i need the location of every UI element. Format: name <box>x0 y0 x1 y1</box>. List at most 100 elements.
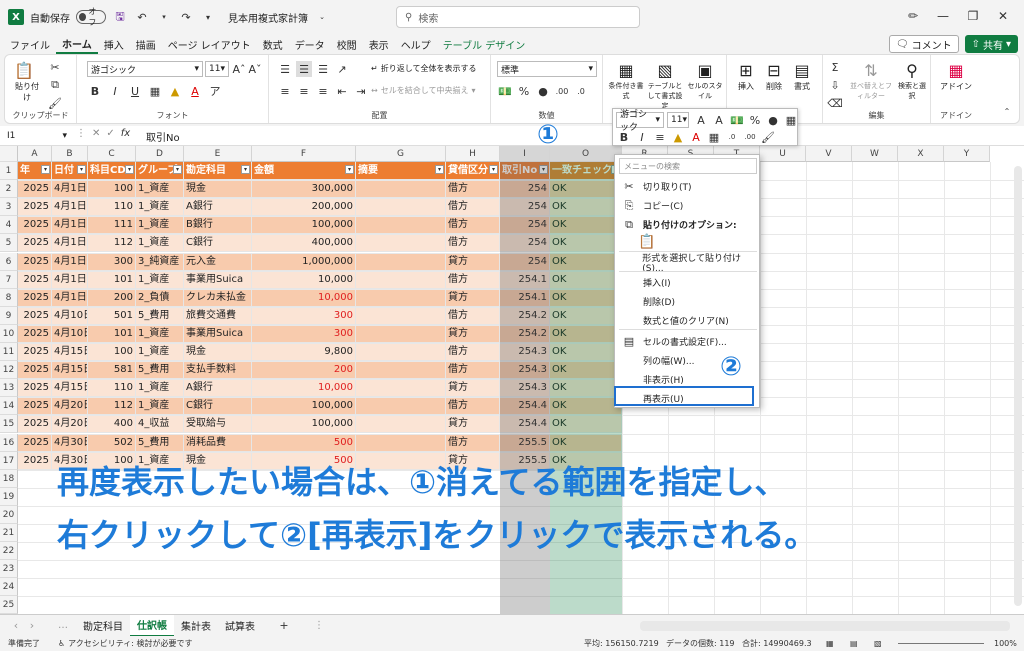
table-cell[interactable]: 1_資産 <box>136 379 184 398</box>
table-cell[interactable]: 502 <box>88 433 136 452</box>
mini-comma-icon[interactable]: ● <box>765 112 781 128</box>
prev-sheet-icon[interactable]: ‹ <box>8 618 24 634</box>
table-cell[interactable]: 300 <box>252 324 356 343</box>
menu-tab-4[interactable]: ページ レイアウト <box>162 34 257 54</box>
number-format-select[interactable]: 標準 ▾ <box>497 61 597 77</box>
table-cell[interactable]: 現金 <box>184 343 252 362</box>
column-header-O[interactable]: O <box>550 146 622 162</box>
table-header-cell[interactable]: 勘定科目 ▾ <box>184 162 252 181</box>
table-cell[interactable]: C銀行 <box>184 397 252 416</box>
menu-tab-0[interactable]: ファイル <box>4 34 56 54</box>
table-cell[interactable]: 貸方 <box>446 379 500 398</box>
page-layout-icon[interactable]: ▤ <box>850 639 858 648</box>
row-header-18[interactable]: 18 <box>0 469 18 488</box>
table-cell[interactable]: 112 <box>88 397 136 416</box>
table-cell[interactable]: 501 <box>88 306 136 325</box>
table-header-cell[interactable]: 年 ▾ <box>18 162 52 181</box>
format-painter-icon[interactable]: 🖌 <box>47 95 63 111</box>
table-cell[interactable]: クレカ未払金 <box>184 288 252 307</box>
row-header-23[interactable]: 23 <box>0 560 18 579</box>
menu-tab-7[interactable]: 校閲 <box>331 34 363 54</box>
column-header-F[interactable]: F <box>252 146 356 162</box>
row-header-10[interactable]: 10 <box>0 324 18 343</box>
row-header-21[interactable]: 21 <box>0 524 18 543</box>
table-cell[interactable] <box>356 216 446 235</box>
table-cell[interactable]: 2_負債 <box>136 288 184 307</box>
fx-icon[interactable]: fx <box>121 128 130 139</box>
table-cell[interactable]: 1_資産 <box>136 198 184 217</box>
table-cell[interactable]: 100,000 <box>252 397 356 416</box>
comma-icon[interactable]: ● <box>535 83 551 99</box>
table-cell[interactable]: 2025 <box>18 324 52 343</box>
context-menu-cut[interactable]: ✂ 切り取り(T) <box>619 177 757 196</box>
mini-percent-icon[interactable]: % <box>747 112 763 128</box>
table-cell[interactable]: 5_費用 <box>136 361 184 380</box>
align-right-icon[interactable]: ≡ <box>315 83 331 99</box>
column-header-C[interactable]: C <box>88 146 136 162</box>
row-header-15[interactable]: 15 <box>0 415 18 434</box>
table-cell[interactable]: 110 <box>88 379 136 398</box>
mini-font-select[interactable]: 游ゴシック ▾ <box>616 110 664 133</box>
table-cell[interactable] <box>356 433 446 452</box>
sheet-tab-2[interactable]: 集計表 <box>174 615 218 637</box>
table-cell[interactable]: 4月20日 <box>52 415 88 434</box>
bold-icon[interactable]: B <box>87 83 103 99</box>
mini-increase-font-icon[interactable]: A <box>693 112 709 128</box>
table-cell[interactable]: 元入金 <box>184 252 252 271</box>
wrap-text-button[interactable]: ↵ 折り返して全体を表示する <box>371 63 476 74</box>
mini-font-color-icon[interactable]: A <box>688 129 704 145</box>
menu-tab-3[interactable]: 描画 <box>130 34 162 54</box>
align-center-icon[interactable]: ≡ <box>296 83 312 99</box>
table-cell[interactable]: 2025 <box>18 397 52 416</box>
mini-decrease-font-icon[interactable]: A <box>711 112 727 128</box>
table-cell[interactable]: 1_資産 <box>136 324 184 343</box>
table-cell[interactable]: 2025 <box>18 379 52 398</box>
table-cell[interactable]: 200 <box>88 288 136 307</box>
select-all-corner[interactable] <box>0 146 18 162</box>
fill-icon[interactable]: ⇩ <box>827 77 843 93</box>
mini-border-icon[interactable]: ▦ <box>706 129 722 145</box>
customize-quick-access-icon[interactable]: ▾ <box>200 9 216 25</box>
column-header-V[interactable]: V <box>806 146 852 162</box>
filter-dropdown-icon[interactable]: ▾ <box>489 165 498 174</box>
mini-bold-icon[interactable]: B <box>616 129 632 145</box>
table-cell[interactable]: 2025 <box>18 433 52 452</box>
add-sheet-icon[interactable]: + <box>276 618 292 634</box>
table-cell[interactable]: 111 <box>88 216 136 235</box>
tab-more-icon[interactable]: ⋮ <box>314 620 324 631</box>
search-box[interactable]: ⚲ 検索 <box>396 6 640 28</box>
comment-button[interactable]: 🗨 コメント <box>888 35 959 53</box>
context-menu-insert[interactable]: 挿入(I) <box>619 273 757 292</box>
table-cell[interactable]: 2025 <box>18 451 52 470</box>
table-header-cell[interactable]: グループ ▾ <box>136 162 184 181</box>
column-header-G[interactable]: G <box>356 146 446 162</box>
menu-tab-1[interactable]: ホーム <box>56 34 98 54</box>
filter-dropdown-icon[interactable]: ▾ <box>241 165 250 174</box>
filter-dropdown-icon[interactable]: ▾ <box>41 165 50 174</box>
decrease-decimal-icon[interactable]: .0 <box>573 83 589 99</box>
mini-fill-icon[interactable]: ▲ <box>670 129 686 145</box>
minimize-icon[interactable]: — <box>928 9 958 23</box>
vertical-scrollbar[interactable] <box>1014 166 1022 606</box>
table-cell[interactable] <box>356 343 446 362</box>
table-cell[interactable]: 4月20日 <box>52 397 88 416</box>
row-header-17[interactable]: 17 <box>0 451 18 470</box>
column-header-D[interactable]: D <box>136 146 184 162</box>
row-header-20[interactable]: 20 <box>0 505 18 524</box>
table-cell[interactable] <box>356 270 446 289</box>
table-cell[interactable]: 5_費用 <box>136 306 184 325</box>
table-cell[interactable]: 581 <box>88 361 136 380</box>
table-cell[interactable]: 400 <box>88 415 136 434</box>
table-cell[interactable]: 2025 <box>18 180 52 199</box>
cell-styles-button[interactable]: ▣ セルのスタイル <box>687 59 723 101</box>
font-size-select[interactable]: 11 ▾ <box>205 61 229 77</box>
table-cell[interactable] <box>356 180 446 199</box>
menu-tab-8[interactable]: 表示 <box>363 34 395 54</box>
table-cell[interactable]: 受取給与 <box>184 415 252 434</box>
paste-button[interactable]: 📋 貼り付け <box>13 59 41 103</box>
decrease-font-icon[interactable]: Aˇ <box>247 61 263 77</box>
column-header-W[interactable]: W <box>852 146 898 162</box>
maximize-icon[interactable]: ❐ <box>958 9 988 23</box>
context-menu-format-cells[interactable]: ▤ セルの書式設定(F)... <box>619 332 757 351</box>
table-cell[interactable]: 1_資産 <box>136 234 184 253</box>
